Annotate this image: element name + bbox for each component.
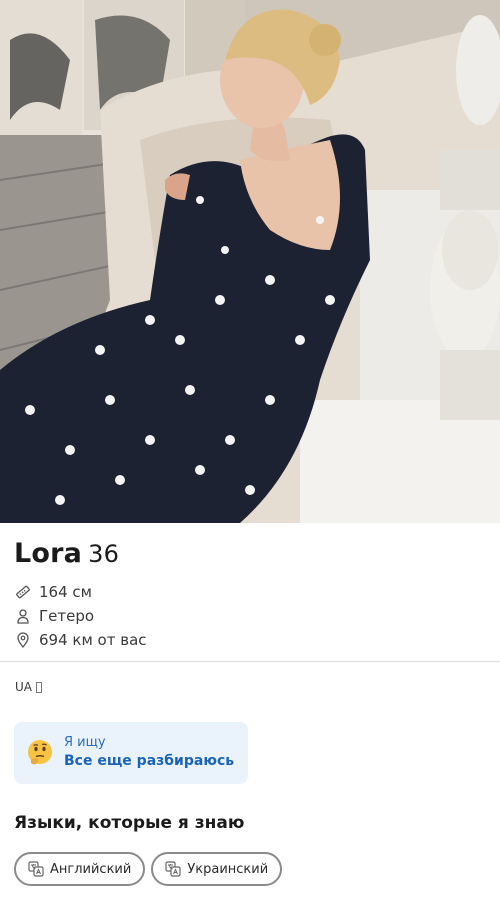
languages-list: Английский Украинский <box>14 852 283 886</box>
languages-title: Языки, которые я знаю <box>14 813 245 833</box>
profile-photo[interactable] <box>0 0 500 523</box>
location-pin-icon <box>14 631 32 649</box>
looking-for-card: Я ищу Все еще разбираюсь <box>14 722 248 784</box>
translate-icon <box>165 861 181 877</box>
language-chip-label: Украинский <box>187 861 269 877</box>
distance-row: 694 км от вас <box>14 629 147 651</box>
looking-for-value: Все еще разбираюсь <box>64 753 235 769</box>
language-chip[interactable]: Английский <box>14 852 146 886</box>
translate-icon <box>28 861 44 877</box>
profile-name: Lora 36 <box>14 538 119 569</box>
section-divider <box>0 661 500 662</box>
location-code: UA <box>15 680 42 694</box>
language-chip[interactable]: Украинский <box>151 852 283 886</box>
language-chip-label: Английский <box>50 861 132 877</box>
age-text: 36 <box>88 540 120 568</box>
orientation-text: Гетеро <box>39 607 95 625</box>
name-text: Lora <box>14 538 83 569</box>
flag-icon <box>36 681 42 693</box>
distance-text: 694 км от вас <box>39 631 147 649</box>
ruler-icon <box>14 583 32 601</box>
person-icon <box>14 607 32 625</box>
looking-for-label: Я ищу <box>64 735 106 750</box>
height-text: 164 см <box>39 583 92 601</box>
thinking-face-icon <box>25 738 55 768</box>
orientation-row: Гетеро <box>14 605 94 627</box>
location-code-text: UA <box>15 680 32 694</box>
height-row: 164 см <box>14 581 92 603</box>
